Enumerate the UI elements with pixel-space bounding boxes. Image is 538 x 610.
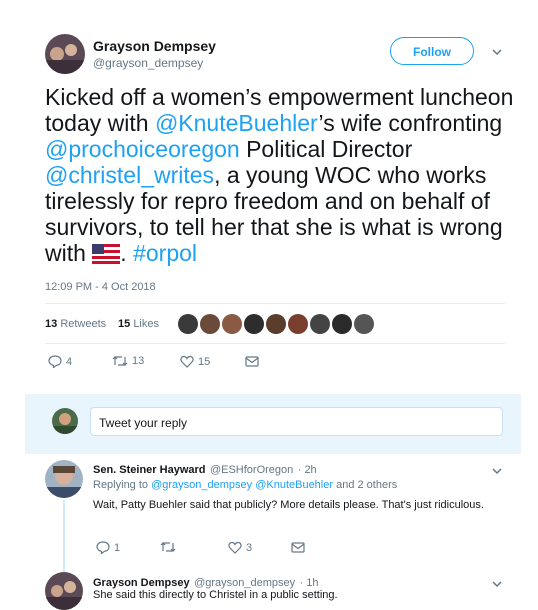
author-handle[interactable]: @grayson_dempsey (93, 56, 203, 70)
chevron-down-icon[interactable] (492, 45, 502, 59)
envelope-icon (291, 542, 305, 553)
reply-action[interactable]: 4 (48, 355, 72, 368)
reply-icon (96, 541, 110, 554)
like-action[interactable]: 15 (180, 355, 210, 368)
tweet-timestamp[interactable]: 12:09 PM - 4 Oct 2018 (45, 281, 156, 293)
reply-text: She said this directly to Christel in a … (93, 589, 338, 601)
reply-count: 4 (66, 355, 73, 368)
tweet-text-part: Political Director (239, 136, 413, 162)
tweet-text-part: . (120, 240, 134, 266)
replying-suffix[interactable]: and 2 others (333, 479, 397, 491)
liker-avatar[interactable] (200, 314, 220, 334)
divider (45, 343, 505, 344)
likers-avatars[interactable] (178, 314, 376, 334)
author-avatar-image (45, 34, 85, 74)
retweets-label: Retweets (60, 318, 107, 330)
likes-label: Likes (133, 318, 159, 330)
replying-to-mentions[interactable]: @grayson_dempsey @KnuteBuehler (151, 479, 333, 491)
retweet-icon (160, 542, 176, 552)
message-action[interactable] (291, 542, 305, 553)
reply-input[interactable]: Tweet your reply (90, 407, 503, 436)
reply-text: Wait, Patty Buehler said that publicly? … (93, 499, 484, 511)
thread-line (63, 500, 65, 572)
retweets-count: 13 (45, 318, 58, 330)
like-action[interactable]: 3 (228, 541, 252, 554)
follow-button[interactable]: Follow (390, 37, 474, 65)
mention-link[interactable]: @KnuteBuehler (155, 110, 319, 136)
retweet-count: 13 (132, 355, 145, 367)
divider (45, 303, 505, 304)
reply-action[interactable]: 1 (96, 541, 120, 554)
hashtag-link[interactable]: #orpol (133, 240, 197, 266)
tweet-text: Kicked off a women’s empowerment luncheo… (45, 84, 515, 269)
reply-avatar[interactable] (45, 460, 83, 498)
heart-icon (180, 355, 194, 368)
current-user-avatar (52, 408, 78, 434)
liker-avatar[interactable] (332, 314, 352, 334)
retweet-icon (112, 356, 128, 366)
like-count: 15 (198, 355, 211, 368)
chevron-down-icon[interactable] (492, 464, 502, 478)
reply-author-name[interactable]: Sen. Steiner Hayward (93, 464, 206, 476)
reply-avatar[interactable] (45, 572, 83, 610)
message-action[interactable] (245, 356, 259, 367)
tweet-text-part: ’s wife confronting (318, 110, 503, 136)
liker-avatar[interactable] (244, 314, 264, 334)
liker-avatar[interactable] (222, 314, 242, 334)
chevron-down-icon[interactable] (492, 577, 502, 591)
retweet-action[interactable]: 13 (112, 355, 144, 367)
liker-avatar[interactable] (310, 314, 330, 334)
replying-to: Replying to @grayson_dempsey @KnuteBuehl… (93, 479, 397, 491)
heart-icon (228, 541, 242, 554)
reply-count: 1 (114, 541, 121, 554)
reply-icon (48, 355, 62, 368)
retweet-action[interactable] (160, 541, 180, 553)
liker-avatar[interactable] (288, 314, 308, 334)
envelope-icon (245, 356, 259, 367)
liker-avatar[interactable] (266, 314, 286, 334)
replying-prefix: Replying to (93, 479, 152, 491)
author-name[interactable]: Grayson Dempsey (93, 38, 216, 54)
retweet-stats[interactable]: 13 Retweets (45, 318, 106, 330)
likes-count: 15 (118, 318, 131, 330)
reply-header: Sen. Steiner Hayward @ESHforOregon · 2h (93, 460, 317, 478)
like-count: 3 (246, 541, 253, 554)
liker-avatar[interactable] (354, 314, 374, 334)
reply-author-handle[interactable]: @ESHforOregon (210, 464, 293, 476)
author-avatar[interactable] (45, 34, 85, 74)
mention-link[interactable]: @prochoiceoregon (45, 136, 240, 162)
reply-time[interactable]: · 2h (298, 464, 317, 476)
us-flag-icon (92, 243, 121, 269)
mention-link[interactable]: @christel_writes (45, 162, 214, 188)
liker-avatar[interactable] (178, 314, 198, 334)
like-stats[interactable]: 15 Likes (118, 318, 159, 330)
